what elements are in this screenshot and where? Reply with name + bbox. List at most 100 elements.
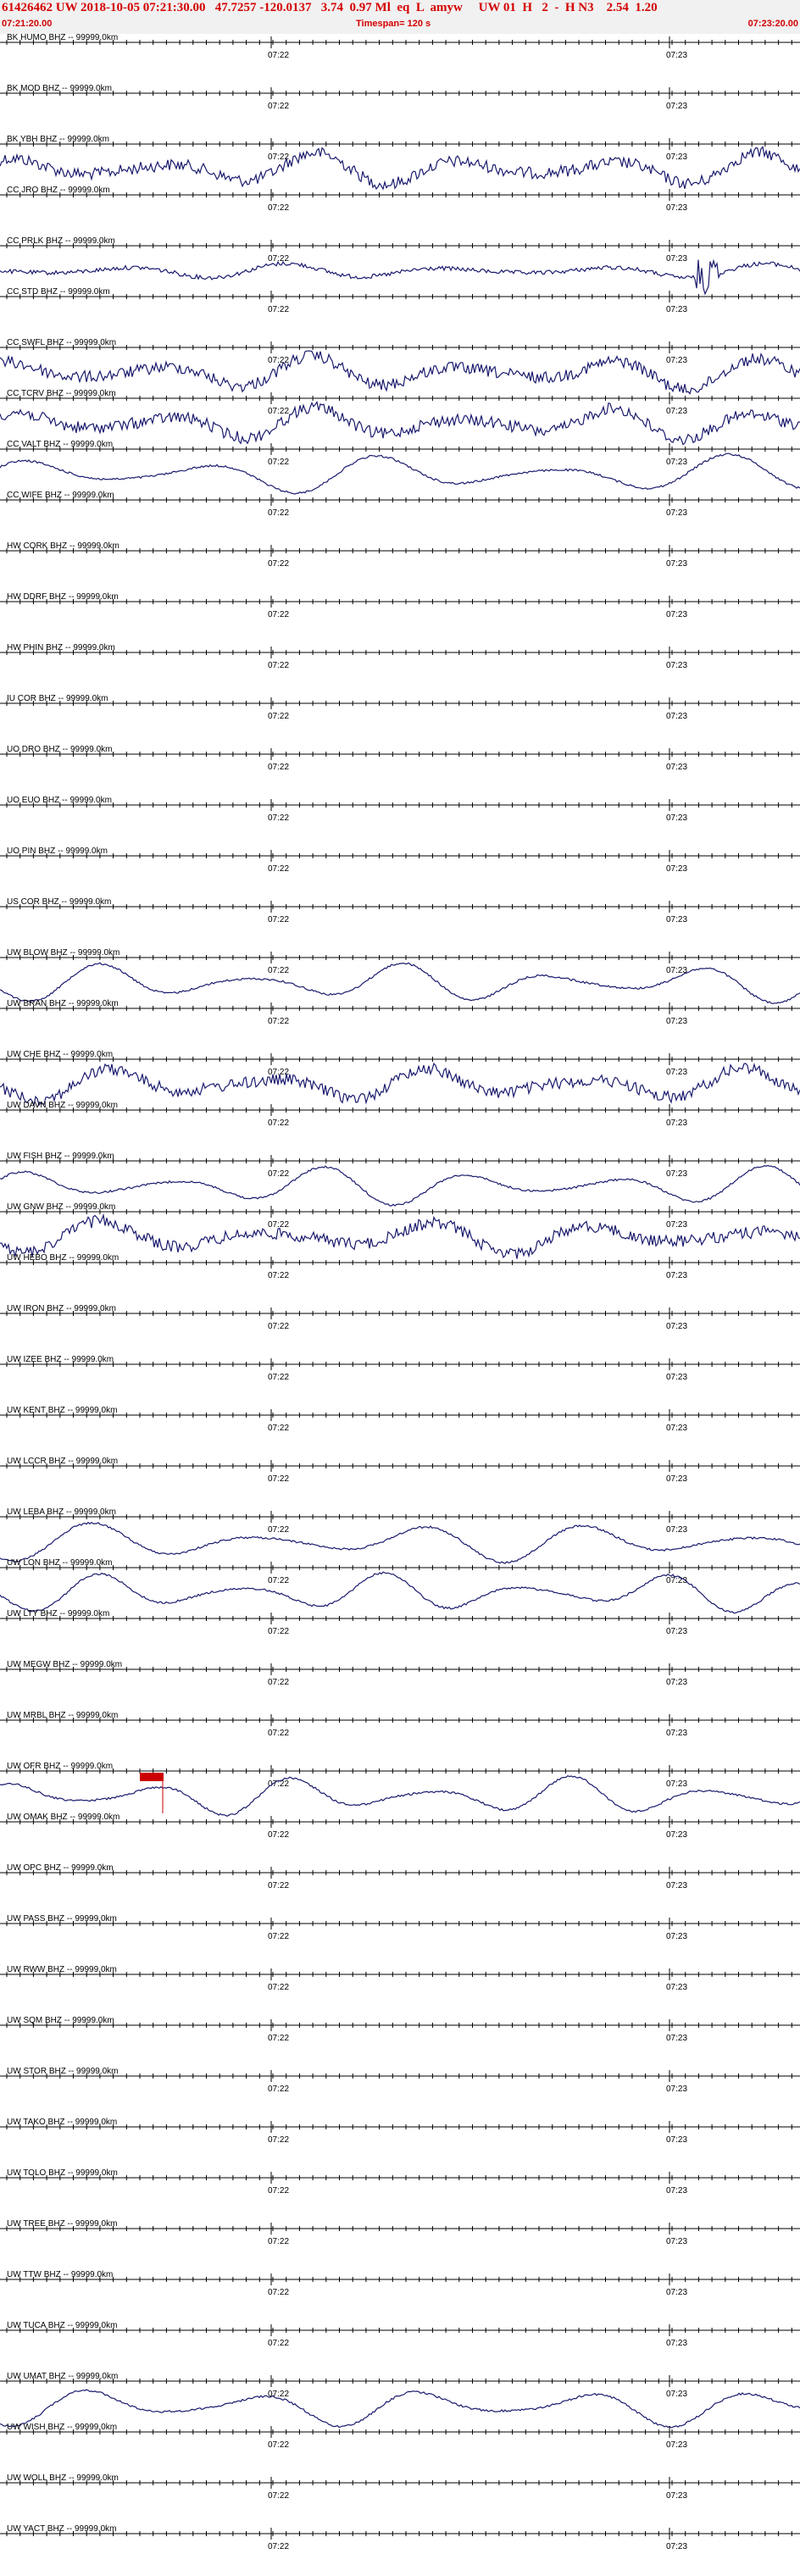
channel-panel: 07:22 07:23CC PRLK BHZ -- 99999.0km [0,236,800,296]
time-tick-label: 07:23 [666,305,687,314]
channel-label: HW DDRF BHZ -- 99999.0km [7,592,119,602]
channel-panel: 07:22 07:23 UW FISH BHZ -- 99999.0km [0,1152,800,1207]
channel-panel: 07:22 07:23 CC WIFE BHZ -- 99999.0km [0,491,800,518]
time-tick-label: 07:23 [666,2288,687,2297]
channel-label: UW WISH BHZ -- 99999.0km [7,2423,117,2432]
time-tick-label: 07:22 [268,2339,289,2348]
time-tick-label: 07:22 [268,1119,289,1128]
channel-panel: 07:22 07:23 UW LEBA BHZ -- 99999.0km [0,1507,800,1564]
time-tick-label: 07:23 [666,458,687,467]
time-tick-label: 07:23 [666,2034,687,2043]
channel-label: UW BRAN BHZ -- 99999.0km [7,999,119,1008]
time-tick-label: 07:22 [268,1271,289,1280]
channel-panel: 07:22 07:23 HW PHIN BHZ -- 99999.0km [0,643,800,670]
channel-panel: 07:22 07:23 BK MOD BHZ -- 99999.0km [0,84,800,111]
time-tick-label: 07:22 [268,1932,289,1941]
channel-label: UW STOR BHZ -- 99999.0km [7,2067,119,2076]
time-tick-label: 07:23 [666,1424,687,1433]
time-tick-label: 07:23 [666,356,687,365]
channel-label: US COR BHZ -- 99999.0km [7,897,111,907]
time-tick-label: 07:22 [268,2440,289,2450]
time-tick-label: 07:22 [268,661,289,670]
channel-label: UW BLOW BHZ -- 99999.0km [7,948,119,958]
time-tick-label: 07:22 [268,1424,289,1433]
channel-label: UO PIN BHZ -- 99999.0km [7,847,108,856]
channel-label: IU COR BHZ -- 99999.0km [7,694,108,703]
time-tick-label: 07:23 [666,1525,687,1535]
time-tick-label: 07:22 [268,1729,289,1738]
time-tick-label: 07:22 [268,2085,289,2094]
seismogram-plot: 07:22 07:23BK HUMO BHZ -- 99999.0km07:22 0… [0,34,800,2551]
time-tick-label: 07:22 [268,1169,289,1179]
time-tick-label: 07:22 [268,1322,289,1331]
end-time: 07:23:20.00 [747,19,798,29]
time-tick-label: 07:23 [666,915,687,924]
time-tick-label: 07:23 [666,1119,687,1128]
channel-panel: 07:22 07:23 UW KENT BHZ -- 99999.0km [0,1406,800,1433]
channel-panel: 07:22 07:23 UW HEBO BHZ -- 99999.0km [0,1253,800,1280]
time-tick-label: 07:22 [268,508,289,518]
channel-label: UW SQM BHZ -- 99999.0km [7,2016,114,2025]
time-tick-label: 07:22 [268,813,289,823]
channel-panel: 07:22 07:23 UW DAVN BHZ -- 99999.0km [0,1101,800,1128]
channel-label: UW TUCA BHZ -- 99999.0km [7,2321,117,2330]
channel-label: UW TOLO BHZ -- 99999.0km [7,2168,118,2178]
time-tick-label: 07:23 [666,1932,687,1941]
channel-label: UW CHE BHZ -- 99999.0km [7,1050,113,1059]
channel-label: UW MEGW BHZ -- 99999.0km [7,1660,122,1669]
time-tick-label: 07:23 [666,2440,687,2450]
channel-panel: 07:22 07:23 UW OMAK BHZ -- 99999.0km [0,1813,800,1840]
channel-panel: 07:22 07:23UW OFR BHZ -- 99999.0km [0,1762,800,1817]
channel-panel: 07:22 07:23 CC SWFL BHZ -- 99999.0km [0,338,800,395]
event-title: 61426462 UW 2018-10-05 07:21:30.00 47.72… [2,1,658,14]
channel-panel: 07:22 07:23UW CHE BHZ -- 99999.0km [0,1050,800,1108]
time-tick-label: 07:23 [666,1322,687,1331]
channel-label: UO DRO BHZ -- 99999.0km [7,745,112,754]
channel-label: UW HEBO BHZ -- 99999.0km [7,1253,119,1263]
time-tick-label: 07:22 [268,102,289,111]
time-tick-label: 07:22 [268,305,289,314]
time-tick-label: 07:23 [666,813,687,823]
channel-label: CC JRO BHZ -- 99999.0km [7,186,110,195]
time-tick-label: 07:22 [268,407,289,416]
channel-label: UW IZEE BHZ -- 99999.0km [7,1355,114,1364]
time-tick-label: 07:22 [268,1373,289,1382]
channel-panel: 07:22 07:23 UW TREE BHZ -- 99999.0km [0,2219,800,2246]
time-tick-label: 07:22 [268,2491,289,2501]
channel-label: UW GNW BHZ -- 99999.0km [7,1202,115,1212]
channel-label: UW FISH BHZ -- 99999.0km [7,1152,114,1161]
time-tick-label: 07:23 [666,1373,687,1382]
time-tick-label: 07:23 [666,1779,687,1789]
channel-label: CC PRLK BHZ -- 99999.0km [7,236,115,246]
channel-label: CC SWFL BHZ -- 99999.0km [7,338,116,347]
time-tick-label: 07:22 [268,51,289,60]
channel-panel: 07:22 07:23 UW WISH BHZ -- 99999.0km [0,2423,800,2450]
channel-label: CC STD BHZ -- 99999.0km [7,287,110,297]
time-tick-label: 07:23 [666,508,687,518]
time-tick-label: 07:22 [268,1881,289,1890]
time-tick-label: 07:22 [268,356,289,365]
time-tick-label: 07:23 [666,1474,687,1484]
channel-label: UW LTY BHZ -- 99999.0km [7,1609,109,1618]
channel-panel: 07:22 07:23 UW TUCA BHZ -- 99999.0km [0,2321,800,2348]
channel-panel: 07:22 07:23 UW WOLL BHZ -- 99999.0km [0,2473,800,2501]
time-tick-label: 07:22 [268,915,289,924]
channel-panel: 07:22 07:23 CC VALT BHZ -- 99999.0km [0,440,800,495]
channel-panel: 07:22 07:23 UW BRAN BHZ -- 99999.0km [0,999,800,1026]
time-tick-label: 07:22 [268,2237,289,2246]
channel-panel: 07:22 07:23 CC STD BHZ -- 99999.0km [0,287,800,314]
channel-panel: 07:22 07:23 UW STOR BHZ -- 99999.0km [0,2067,800,2094]
channel-label: HW CORK BHZ -- 99999.0km [7,541,119,551]
time-tick-label: 07:22 [268,712,289,721]
time-tick-label: 07:23 [666,203,687,213]
channel-panel: 07:22 07:23 UO PIN BHZ -- 99999.0km [0,847,800,874]
channel-label: HW PHIN BHZ -- 99999.0km [7,643,115,652]
time-tick-label: 07:22 [268,2390,289,2399]
time-tick-label: 07:23 [666,2491,687,2501]
channel-panel: 07:22 07:23 UW IRON BHZ -- 99999.0km [0,1304,800,1331]
channel-label: UW TREE BHZ -- 99999.0km [7,2219,117,2229]
time-tick-label: 07:23 [666,1881,687,1890]
time-tick-label: 07:23 [666,1830,687,1840]
waveform-trace [0,258,800,296]
time-tick-label: 07:22 [268,864,289,874]
